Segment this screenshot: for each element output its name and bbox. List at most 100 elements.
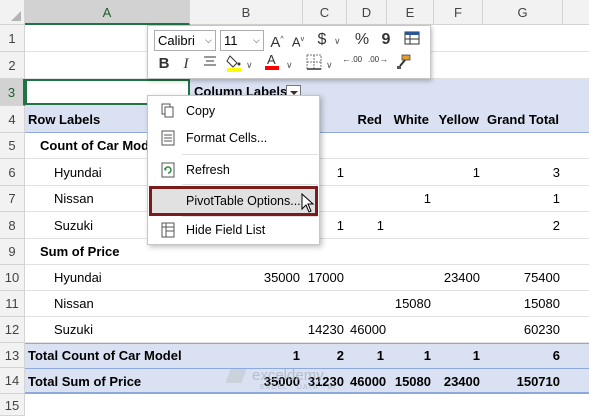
row-header-5[interactable]: 5 — [0, 133, 25, 159]
cell-c10: 17000 — [307, 270, 344, 285]
font-size-dropdown[interactable]: 11 ⌵ — [220, 30, 264, 51]
currency-format-icon[interactable]: $ — [312, 30, 332, 50]
bold-button[interactable]: B — [154, 54, 174, 74]
mini-toolbar: Calibri ⌵ 11 ⌵ A^ Av $ ∨ % 9 B I ∨ A ∨ ∨… — [147, 25, 431, 79]
row-header-6[interactable]: 6 — [0, 159, 25, 186]
italic-glyph: I — [183, 56, 189, 72]
cell-f10: 23400 — [443, 270, 480, 285]
row-header-9[interactable]: 9 — [0, 239, 25, 265]
refresh-icon — [160, 162, 176, 178]
borders-icon[interactable] — [304, 54, 324, 74]
cell-f6: 1 — [472, 165, 480, 180]
cell-e14: 15080 — [394, 374, 431, 389]
row-label-hyundai-price: Hyundai — [54, 270, 102, 285]
row-header-7[interactable]: 7 — [0, 186, 25, 212]
row-header-10[interactable]: 10 — [0, 265, 25, 291]
row-15 — [25, 394, 589, 416]
cell-g14: 150710 — [516, 374, 560, 389]
cell-g13: 6 — [552, 348, 560, 363]
italic-button[interactable]: I — [176, 54, 196, 74]
increase-font-glyph: A — [270, 34, 281, 51]
cell-d8: 1 — [376, 218, 384, 233]
column-header-h[interactable] — [563, 0, 589, 25]
watermark-brand: exceldemy — [252, 367, 324, 384]
row-header-11[interactable]: 11 — [0, 291, 25, 317]
menu-separator — [182, 154, 318, 155]
col-header-white: White — [393, 112, 429, 127]
row-header-1[interactable]: 1 — [0, 25, 25, 52]
row-header-12[interactable]: 12 — [0, 317, 25, 343]
cell-g7: 1 — [552, 191, 560, 206]
font-color-icon[interactable]: A — [262, 52, 282, 72]
cell-d12: 46000 — [350, 322, 387, 337]
menu-item-refresh-label: Refresh — [186, 163, 230, 177]
format-cells-icon — [160, 130, 176, 146]
row-label-nissan: Nissan — [54, 191, 94, 206]
font-color-chevron-down-icon[interactable]: ∨ — [286, 60, 293, 71]
column-header-b[interactable]: B — [190, 0, 303, 25]
row-header-2[interactable]: 2 — [0, 52, 25, 79]
column-header-e[interactable]: E — [387, 0, 434, 25]
column-header-d[interactable]: D — [347, 0, 387, 25]
row-11: Nissan 15080 15080 — [25, 291, 589, 317]
decrease-decimal-glyph: .00 — [368, 55, 380, 64]
menu-item-hide-field-list-label: Hide Field List — [186, 223, 266, 237]
column-header-a[interactable]: A — [25, 0, 190, 25]
font-name-dropdown[interactable]: Calibri ⌵ — [154, 30, 216, 51]
column-header-g[interactable]: G — [483, 0, 563, 25]
row-header-15[interactable]: 15 — [0, 394, 25, 416]
cell-g10: 75400 — [523, 270, 560, 285]
row-header-14[interactable]: 14 — [0, 368, 25, 394]
cell-f14: 23400 — [443, 374, 480, 389]
pivottable-options-icon — [160, 193, 176, 209]
row-header-4[interactable]: 4 — [0, 106, 25, 133]
borders-chevron-down-icon[interactable]: ∨ — [326, 60, 333, 71]
column-header-f[interactable]: F — [434, 0, 483, 25]
currency-chevron-down-icon[interactable]: ∨ — [334, 36, 341, 47]
cell-c12: 14230 — [307, 322, 344, 337]
decrease-decimal-icon[interactable]: .00→ — [368, 54, 388, 74]
cell-g8: 2 — [552, 218, 560, 233]
percent-style-icon[interactable]: % — [352, 30, 372, 50]
row-header-8[interactable]: 8 — [0, 212, 25, 239]
cell-d14: 46000 — [350, 374, 387, 389]
menu-item-hide-field-list[interactable]: Hide Field List — [148, 218, 319, 242]
chevron-down-icon: ⌵ — [205, 35, 212, 45]
align-center-icon[interactable] — [200, 54, 220, 74]
cell-e13: 1 — [423, 348, 431, 363]
fill-color-icon[interactable] — [224, 54, 244, 74]
watermark-logo-icon — [225, 369, 247, 384]
currency-glyph: $ — [317, 31, 327, 48]
comma-style-icon[interactable]: 9 — [376, 30, 396, 50]
cell-b10: 35000 — [263, 270, 300, 285]
copy-icon — [160, 103, 176, 119]
percent-glyph: % — [354, 31, 370, 48]
cell-d13: 1 — [376, 348, 384, 363]
decrease-font-size-icon[interactable]: Av — [288, 30, 308, 50]
menu-item-copy-label: Copy — [186, 104, 216, 118]
row-header-3[interactable]: 3 — [0, 79, 25, 106]
format-painter-icon[interactable] — [394, 54, 414, 74]
row-label-suzuki: Suzuki — [54, 218, 94, 233]
increase-font-size-icon[interactable]: A^ — [267, 30, 287, 51]
column-header-c[interactable]: C — [303, 0, 347, 25]
menu-item-pivottable-options-label: PivotTable Options... — [186, 194, 301, 208]
row-10: Hyundai 35000 17000 23400 75400 — [25, 265, 589, 291]
row-header-13[interactable]: 13 — [0, 343, 25, 368]
fill-color-chevron-down-icon[interactable]: ∨ — [246, 60, 253, 71]
field-list-icon — [160, 222, 176, 238]
mouse-cursor-icon — [301, 192, 315, 216]
total-count-label: Total Count of Car Model — [28, 348, 182, 363]
menu-item-format-cells[interactable]: Format Cells... — [148, 126, 319, 150]
decrease-decimal-arrow: → — [379, 54, 389, 64]
menu-item-format-cells-label: Format Cells... — [186, 131, 268, 145]
select-all-corner[interactable] — [0, 0, 25, 25]
menu-item-refresh[interactable]: Refresh — [148, 158, 319, 182]
format-table-icon[interactable] — [402, 30, 422, 50]
row-label-nissan-price: Nissan — [54, 296, 94, 311]
increase-decimal-icon[interactable]: ←.00 — [342, 54, 362, 74]
context-menu: Copy Format Cells... Refresh PivotTable … — [147, 95, 320, 245]
menu-separator — [182, 216, 318, 217]
menu-item-copy[interactable]: Copy — [148, 99, 319, 123]
menu-item-pivottable-options[interactable]: PivotTable Options... — [149, 186, 318, 216]
